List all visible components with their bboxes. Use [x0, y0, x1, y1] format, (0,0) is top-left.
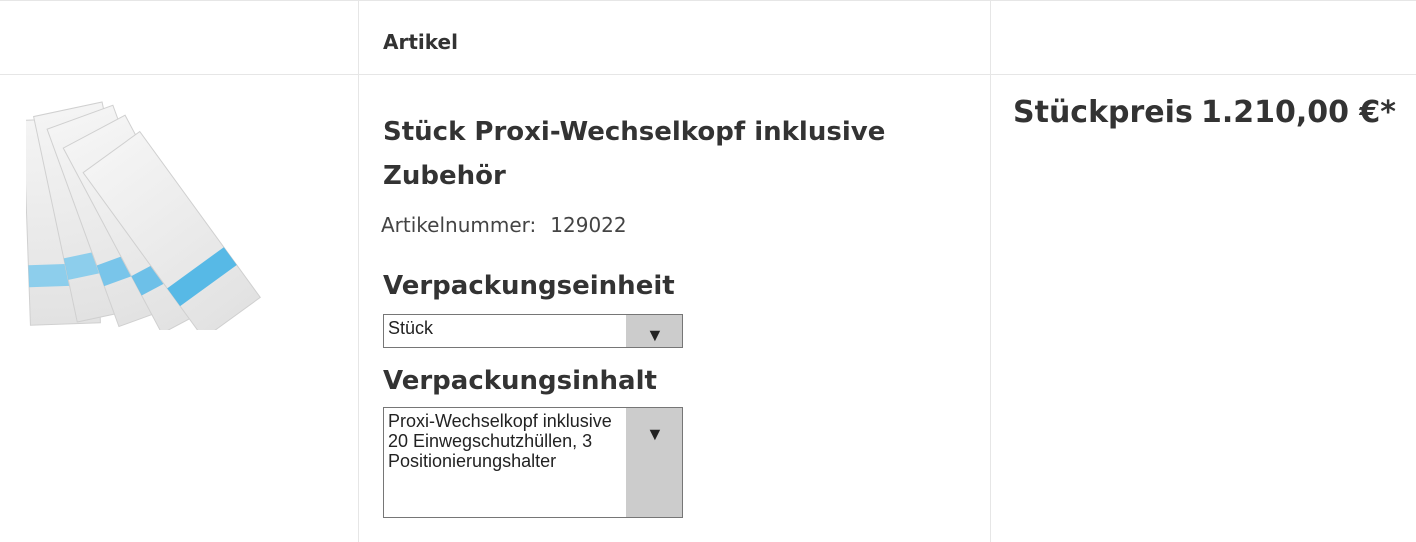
column-divider: [990, 0, 991, 542]
sku-label: Artikelnummer:: [381, 213, 537, 237]
table-header: [0, 0, 1416, 75]
packaging-content-label: Verpackungsinhalt: [383, 366, 657, 396]
packaging-unit-label: Verpackungseinheit: [383, 271, 675, 301]
product-image[interactable]: [22, 95, 346, 340]
packaging-unit-select[interactable]: Stück ▼: [383, 314, 683, 348]
product-title[interactable]: Stück Proxi-Wechselkopf inklusive Zubehö…: [383, 110, 963, 198]
packaging-unit-selected-value: Stück: [388, 318, 434, 338]
packaging-content-select[interactable]: Proxi-Wechselkopf inklusive 20 Einwegsch…: [383, 407, 683, 518]
column-header-article: Artikel: [383, 30, 458, 54]
cart-table: Artikel Stückpreis Stück Proxi-Wechselko…: [0, 0, 1416, 542]
triangle-down-icon: ▼: [646, 325, 664, 345]
packaging-content-selected-value: Proxi-Wechselkopf inklusive 20 Einwegsch…: [388, 411, 612, 471]
dropdown-button[interactable]: ▼: [626, 315, 682, 347]
column-divider: [358, 0, 359, 542]
unit-price: 1.210,00 €*: [1200, 95, 1396, 130]
dropdown-button[interactable]: ▼: [626, 408, 682, 517]
triangle-down-icon: ▼: [646, 424, 664, 444]
sku-row: Artikelnummer: 129022: [381, 213, 627, 237]
sku-value: 129022: [550, 213, 627, 237]
